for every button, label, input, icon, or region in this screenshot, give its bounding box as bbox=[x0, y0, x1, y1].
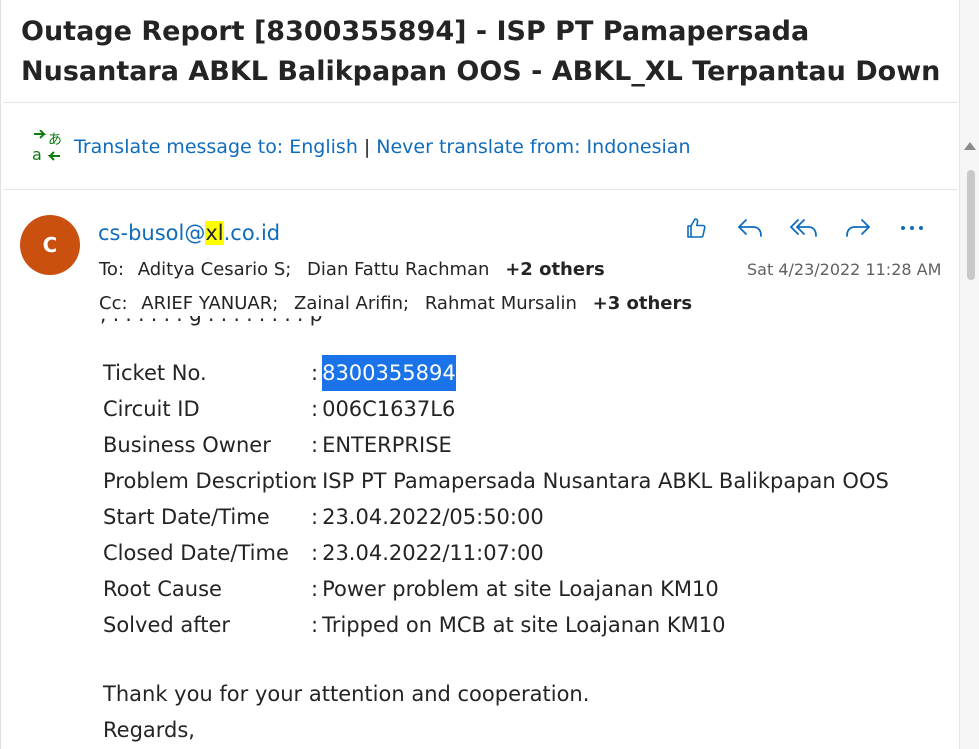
cc-label: Cc: bbox=[99, 293, 128, 314]
translate-icon: あ a bbox=[30, 129, 64, 164]
detail-row: Circuit ID : 006C1637L6 bbox=[103, 391, 889, 427]
detail-key: Business Owner bbox=[103, 433, 271, 457]
detail-row: Root Cause : Power problem at site Loaja… bbox=[103, 571, 889, 607]
recipient[interactable]: Rahmat Mursalin bbox=[425, 293, 577, 314]
email-subject: Outage Report [8300355894] - ISP PT Pama… bbox=[21, 16, 941, 87]
reply-icon bbox=[738, 219, 762, 237]
reply-all-button[interactable] bbox=[786, 212, 822, 244]
detail-row: Start Date/Time : 23.04.2022/05:50:00 bbox=[103, 499, 889, 535]
detail-colon: : bbox=[311, 613, 319, 637]
sender-avatar[interactable]: C bbox=[20, 215, 80, 275]
outage-details: Ticket No. : 8300355894 Circuit ID : 006… bbox=[103, 355, 889, 643]
closing-text: Thank you for your attention and coopera… bbox=[103, 676, 589, 748]
header-divider bbox=[3, 102, 958, 103]
recipient[interactable]: ARIEF YANUAR; bbox=[141, 293, 278, 314]
like-button[interactable] bbox=[678, 212, 714, 244]
detail-key: Solved after bbox=[103, 613, 231, 637]
sender-address-part: cs-busol@ bbox=[98, 221, 206, 245]
to-recipients: To: Aditya Cesario S; Dian Fattu Rachman… bbox=[99, 259, 605, 280]
detail-row: Closed Date/Time : 23.04.2022/11:07:00 bbox=[103, 535, 889, 571]
clipped-body-line: , . . . . . . g . . . . . . . . p bbox=[100, 316, 500, 328]
detail-value: ENTERPRISE bbox=[322, 433, 452, 457]
detail-key: Root Cause bbox=[103, 577, 222, 601]
thanks-line: Thank you for your attention and coopera… bbox=[103, 682, 590, 706]
regards-line: Regards, bbox=[103, 718, 195, 742]
vertical-scrollbar[interactable] bbox=[959, 0, 979, 749]
detail-colon: : bbox=[311, 541, 319, 565]
recipient[interactable]: Aditya Cesario S; bbox=[138, 259, 292, 280]
window-border bbox=[0, 0, 1, 749]
detail-key: Start Date/Time bbox=[103, 505, 270, 529]
translate-separator: | bbox=[363, 136, 371, 158]
cc-more-recipients[interactable]: +3 others bbox=[593, 293, 692, 314]
svg-text:あ: あ bbox=[48, 132, 62, 148]
sender-address[interactable]: cs-busol@xl.co.id bbox=[98, 217, 280, 249]
translate-message-link[interactable]: Translate message to: English bbox=[74, 136, 358, 158]
scroll-thumb[interactable] bbox=[967, 170, 975, 280]
forward-icon bbox=[846, 219, 870, 237]
message-date: Sat 4/23/2022 11:28 AM bbox=[747, 260, 942, 279]
to-more-recipients[interactable]: +2 others bbox=[505, 259, 604, 280]
more-icon bbox=[901, 226, 923, 230]
detail-key: Closed Date/Time bbox=[103, 541, 289, 565]
detail-key: Problem Description bbox=[103, 469, 316, 493]
detail-colon: : bbox=[311, 433, 319, 457]
never-translate-link[interactable]: Never translate from: Indonesian bbox=[376, 136, 690, 158]
like-icon bbox=[687, 218, 706, 238]
detail-row: Problem Description : ISP PT Pamapersada… bbox=[103, 463, 889, 499]
reply-all-icon bbox=[790, 219, 817, 237]
search-highlight: xl bbox=[205, 221, 224, 245]
to-label: To: bbox=[99, 259, 125, 280]
translate-bar: あ a Translate message to: English | Neve… bbox=[30, 129, 690, 164]
recipient[interactable]: Dian Fattu Rachman bbox=[307, 259, 489, 280]
detail-colon: : bbox=[311, 361, 319, 385]
detail-colon: : bbox=[311, 505, 319, 529]
recipient[interactable]: Zainal Arifin; bbox=[294, 293, 409, 314]
detail-value: Tripped on MCB at site Loajanan KM10 bbox=[322, 613, 726, 637]
detail-row-ticket: Ticket No. : 8300355894 bbox=[103, 355, 889, 391]
forward-button[interactable] bbox=[840, 212, 876, 244]
detail-value: 23.04.2022/05:50:00 bbox=[322, 505, 544, 529]
detail-colon: : bbox=[311, 577, 319, 601]
clipped-text: , . . . . . . g . . . . . . . . p bbox=[100, 316, 322, 326]
detail-colon: : bbox=[311, 397, 319, 421]
more-actions-button[interactable] bbox=[894, 212, 930, 244]
detail-value: ISP PT Pamapersada Nusantara ABKL Balikp… bbox=[322, 469, 889, 493]
message-actions bbox=[678, 212, 930, 244]
scroll-up-arrow-icon[interactable] bbox=[964, 142, 976, 150]
detail-row: Business Owner : ENTERPRISE bbox=[103, 427, 889, 463]
translate-divider bbox=[3, 189, 958, 190]
detail-value: Power problem at site Loajanan KM10 bbox=[322, 577, 719, 601]
detail-key: Circuit ID bbox=[103, 397, 200, 421]
detail-value: 006C1637L6 bbox=[322, 397, 456, 421]
ticket-number-selected[interactable]: 8300355894 bbox=[322, 355, 456, 391]
reply-button[interactable] bbox=[732, 212, 768, 244]
sender-address-domain: .co.id bbox=[223, 221, 281, 245]
cc-recipients: Cc: ARIEF YANUAR; Zainal Arifin; Rahmat … bbox=[99, 293, 692, 314]
svg-text:a: a bbox=[32, 145, 42, 164]
detail-value: 23.04.2022/11:07:00 bbox=[322, 541, 544, 565]
detail-row: Solved after : Tripped on MCB at site Lo… bbox=[103, 607, 889, 643]
detail-colon: : bbox=[311, 469, 319, 493]
detail-key: Ticket No. bbox=[103, 361, 207, 385]
